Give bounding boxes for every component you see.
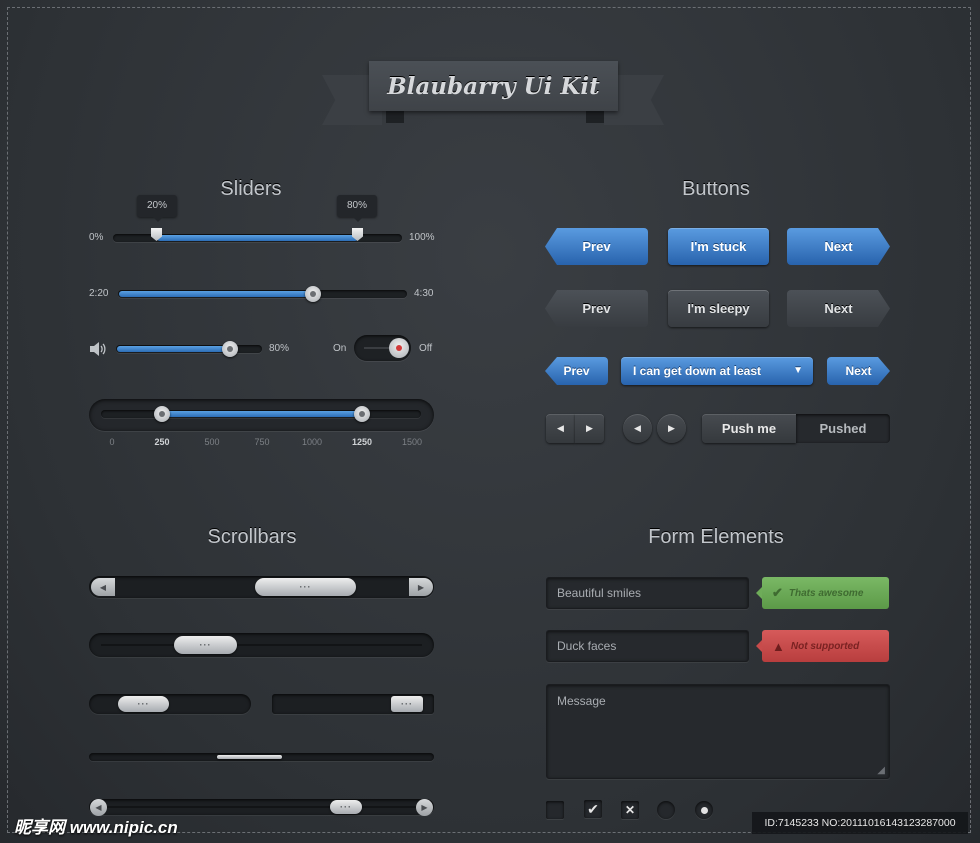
range2-low-knob[interactable] [154, 406, 170, 422]
range2-tick-label: 0 [109, 437, 115, 447]
scrollbar-6-thumb[interactable]: ··· [330, 800, 362, 814]
scrollbar-5-thumb[interactable] [217, 755, 282, 759]
toggle-indicator [396, 345, 402, 351]
player-slider-fill [119, 291, 313, 297]
ribbon-fold-right [586, 111, 604, 123]
triangle-left-icon: ◀ [634, 423, 641, 433]
toggle-knob[interactable] [389, 338, 409, 358]
prev-button-gray[interactable]: Prev [545, 290, 648, 327]
on-off-toggle[interactable] [354, 335, 411, 361]
scrollbar-2-rail [101, 644, 422, 646]
range2-track[interactable] [101, 410, 421, 418]
next-button-gray[interactable]: Next [787, 290, 890, 327]
kit-title: Blaubarry Ui Kit [387, 72, 600, 100]
scrollbar-6-rail [100, 806, 422, 808]
form-elements-title: Form Elements [648, 526, 784, 548]
range-slider-fill [157, 235, 358, 241]
triangle-right-icon: ▶ [417, 582, 425, 592]
range2-fill [162, 411, 362, 417]
warning-icon: ▲ [772, 638, 785, 654]
next-button-small[interactable]: Next [827, 357, 890, 385]
checkbox-crossed[interactable]: ✕ [621, 801, 639, 819]
round-prev-button[interactable]: ◀ [623, 414, 652, 443]
message-textarea[interactable]: Message ◢ [546, 684, 890, 779]
scrollbar-1-thumb[interactable]: ··· [255, 578, 356, 596]
player-slider-knob[interactable] [305, 286, 321, 302]
radio-empty[interactable] [657, 801, 675, 819]
stuck-button[interactable]: I'm stuck [668, 228, 769, 265]
text-field-1[interactable]: Beautiful smiles [546, 577, 749, 609]
scrollbar-4-thumb[interactable]: ··· [391, 696, 423, 712]
toggle-on-label: On [333, 343, 347, 354]
player-end-time: 4:30 [414, 288, 434, 299]
checkbox-empty[interactable] [546, 801, 564, 819]
kit-title-banner: Blaubarry Ui Kit [369, 61, 618, 111]
toggle-groove [364, 347, 390, 349]
player-slider-track[interactable] [118, 290, 407, 298]
chevron-down-icon: ▼ [793, 365, 803, 376]
scrollbar-2-thumb[interactable]: ··· [174, 636, 237, 654]
triangle-left-icon: ◀ [99, 582, 107, 592]
scrollbars-title: Scrollbars [207, 526, 297, 548]
message-placeholder: Message [557, 694, 606, 708]
sliders-title: Sliders [220, 178, 282, 200]
scrollbar-3[interactable] [89, 694, 251, 714]
player-start-time: 2:20 [89, 288, 109, 299]
pushed-button[interactable]: Pushed [796, 414, 890, 443]
triangle-right-icon: ▶ [668, 423, 675, 433]
range-max-label: 100% [409, 232, 435, 243]
volume-level-label: 80% [269, 343, 290, 354]
scroll-left-arrow[interactable]: ◀ [91, 578, 115, 596]
checkbox-checked[interactable]: ✔ [584, 800, 602, 818]
pager-prev-button[interactable]: ◀ [546, 414, 575, 443]
radio-selected[interactable] [695, 801, 713, 819]
triangle-left-icon: ◀ [95, 803, 102, 812]
triangle-right-icon: ▶ [421, 803, 428, 812]
range2-tick-label: 1250 [351, 437, 373, 447]
resize-grip-icon[interactable]: ◢ [877, 765, 885, 776]
radio-dot [700, 806, 708, 814]
check-icon: ✔ [772, 585, 783, 600]
scrollbar-3-thumb[interactable]: ··· [118, 696, 169, 712]
pager-next-button[interactable]: ▶ [575, 414, 604, 443]
dropdown-label: I can get down at least [633, 364, 762, 378]
success-message: ✔ Thats awesome [756, 577, 889, 609]
range2-high-knob[interactable] [354, 406, 370, 422]
triangle-left-icon: ◀ [557, 423, 564, 433]
sleepy-button[interactable]: I'm sleepy [668, 290, 769, 327]
buttons-title: Buttons [682, 178, 750, 200]
range2-tick-label: 500 [204, 437, 220, 447]
volume-slider-knob[interactable] [222, 341, 238, 357]
range2-tick-label: 250 [154, 437, 170, 447]
scroll-right-arrow[interactable]: ▶ [409, 578, 433, 596]
scroll-right-circle[interactable]: ▶ [416, 799, 433, 816]
triangle-right-icon: ▶ [586, 423, 593, 433]
check-icon: ✔ [587, 800, 599, 817]
error-text: Not supported [790, 640, 860, 652]
prev-button-small[interactable]: Prev [545, 357, 608, 385]
range-high-tooltip: 80% [337, 195, 377, 222]
next-button-blue[interactable]: Next [787, 228, 890, 265]
volume-slider-fill [117, 346, 228, 352]
range2-tick-label: 750 [254, 437, 270, 447]
toggle-off-label: Off [419, 343, 433, 354]
round-next-button[interactable]: ▶ [657, 414, 686, 443]
range2-tick-label: 1000 [301, 437, 323, 447]
text-field-2[interactable]: Duck faces [546, 630, 749, 662]
volume-icon [89, 342, 107, 356]
dropdown-button[interactable]: I can get down at least ▼ [621, 357, 813, 385]
range-low-tooltip: 20% [137, 195, 177, 222]
error-message: ▲ Not supported [756, 630, 889, 662]
watermark-logo: 昵享网 www.nipic.cn [14, 818, 178, 837]
push-me-button[interactable]: Push me [702, 414, 796, 443]
cross-icon: ✕ [624, 803, 636, 817]
range-min-label: 0% [89, 232, 104, 243]
success-text: Thats awesome [788, 587, 864, 599]
range2-tick-label: 1500 [401, 437, 423, 447]
prev-button-blue[interactable]: Prev [545, 228, 648, 265]
ribbon-fold-left [386, 111, 404, 123]
volume-slider-track[interactable] [116, 345, 262, 353]
watermark-id: ID:7145233 NO:20111016143123287000 [752, 812, 968, 834]
